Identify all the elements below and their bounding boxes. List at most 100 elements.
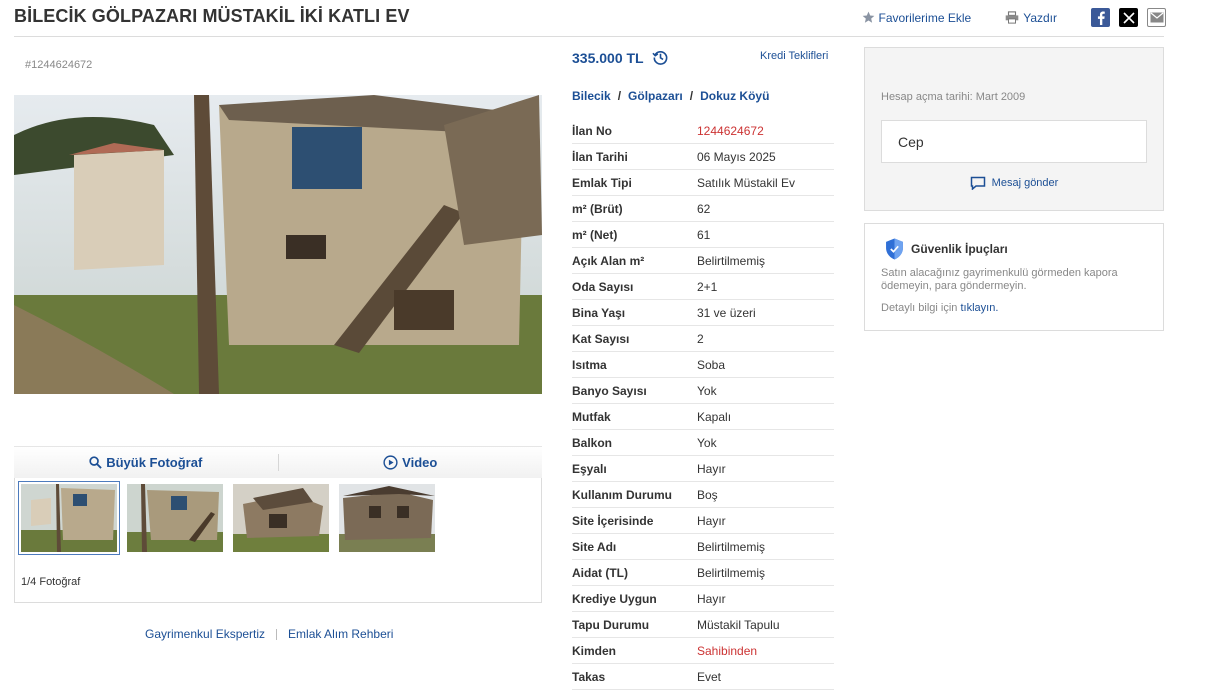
detail-value: 31 ve üzeri xyxy=(697,305,756,320)
header-divider xyxy=(14,36,1164,37)
safety-more-info: Detaylı bilgi için tıklayın. xyxy=(881,302,998,314)
credit-offers-link[interactable]: Kredi Teklifleri xyxy=(760,50,828,62)
x-share-button[interactable] xyxy=(1119,8,1138,27)
main-photo[interactable] xyxy=(14,95,542,394)
detail-value: 2 xyxy=(697,331,704,346)
send-message-label: Mesaj gönder xyxy=(991,177,1059,189)
detail-key: Oda Sayısı xyxy=(572,279,634,294)
detail-value: Belirtilmemiş xyxy=(697,539,766,554)
detail-key: İlan No xyxy=(572,123,613,138)
safety-tips-panel: Güvenlik İpuçları Satın alacağınız gayri… xyxy=(864,223,1164,331)
play-circle-icon xyxy=(383,455,398,470)
video-tab[interactable]: Video xyxy=(279,447,543,478)
detail-row: Tapu Durumu Müstakil Tapulu xyxy=(572,612,834,638)
facebook-share-button[interactable] xyxy=(1091,8,1110,27)
appraisal-link[interactable]: Gayrimenkul Ekspertiz xyxy=(145,627,265,641)
detail-key: m² (Net) xyxy=(572,227,618,242)
detail-row: Takas Evet xyxy=(572,664,834,690)
detail-key: Bina Yaşı xyxy=(572,305,626,320)
detail-value: Satılık Müstakil Ev xyxy=(697,175,796,190)
send-message-button[interactable]: Mesaj gönder xyxy=(865,176,1163,190)
detail-value: 1244624672 xyxy=(697,123,764,138)
magnifier-icon xyxy=(89,456,102,469)
breadcrumb-city[interactable]: Bilecik xyxy=(572,89,611,103)
detail-value: Yok xyxy=(697,383,717,398)
detail-value: Yok xyxy=(697,435,717,450)
add-favorites-button[interactable]: Favorilerime Ekle xyxy=(862,10,972,25)
detail-value: Hayır xyxy=(697,513,726,528)
detail-value: Hayır xyxy=(697,461,726,476)
detail-key: Açık Alan m² xyxy=(572,253,645,268)
print-button[interactable]: Yazdır xyxy=(1005,11,1057,25)
detail-key: Tapu Durumu xyxy=(572,617,650,632)
location-breadcrumb: Bilecik / Gölpazarı / Dokuz Köyü xyxy=(572,89,769,103)
link-divider xyxy=(276,628,278,640)
detail-value: Müstakil Tapulu xyxy=(697,617,780,632)
thumbnail-2[interactable] xyxy=(124,481,226,555)
thumbnail-panel: 1/4 Fotoğraf xyxy=(14,478,542,603)
house-photo-image xyxy=(14,95,542,394)
printer-icon xyxy=(1005,11,1019,24)
safety-more-prefix: Detaylı bilgi için xyxy=(881,302,958,314)
detail-row: Eşyalı Hayır xyxy=(572,456,834,482)
safety-more-link[interactable]: tıklayın. xyxy=(960,302,998,314)
detail-value: Sahibinden xyxy=(697,643,758,658)
detail-value: 2+1 xyxy=(697,279,718,294)
detail-row: Isıtma Soba xyxy=(572,352,834,378)
detail-value: Kapalı xyxy=(697,409,732,424)
detail-row: m² (Brüt) 62 xyxy=(572,196,834,222)
detail-key: Mutfak xyxy=(572,409,611,424)
thumbnail-4[interactable] xyxy=(336,481,438,555)
detail-key: Aidat (TL) xyxy=(572,565,628,580)
detail-key: Site Adı xyxy=(572,539,617,554)
detail-value: Soba xyxy=(697,357,726,372)
phone-label: Cep xyxy=(898,133,924,150)
detail-row: Emlak Tipi Satılık Müstakil Ev xyxy=(572,170,834,196)
breadcrumb-district[interactable]: Gölpazarı xyxy=(628,89,683,103)
share-buttons xyxy=(1091,8,1166,27)
detail-value: 06 Mayıs 2025 xyxy=(697,149,776,164)
detail-row: Kat Sayısı 2 xyxy=(572,326,834,352)
detail-row: Kimden Sahibinden xyxy=(572,638,834,664)
detail-row: Oda Sayısı 2+1 xyxy=(572,274,834,300)
detail-key: m² (Brüt) xyxy=(572,201,623,216)
price: 335.000 TL xyxy=(572,49,669,66)
detail-row: Balkon Yok xyxy=(572,430,834,456)
detail-key: Emlak Tipi xyxy=(572,175,632,190)
detail-key: Site İçerisinde xyxy=(572,513,654,528)
star-icon xyxy=(862,11,875,24)
envelope-icon xyxy=(1150,12,1163,23)
chat-icon xyxy=(970,176,986,190)
thumbnail-1[interactable] xyxy=(18,481,120,555)
detail-value: Hayır xyxy=(697,591,726,606)
detail-key: Banyo Sayısı xyxy=(572,383,647,398)
thumbnail-strip xyxy=(18,481,438,555)
safety-tips-title: Güvenlik İpuçları xyxy=(885,238,1008,260)
big-photo-tab[interactable]: Büyük Fotoğraf xyxy=(14,447,278,478)
detail-key: Takas xyxy=(572,669,606,684)
detail-row: İlan No 1244624672 xyxy=(572,118,834,144)
account-date: Hesap açma tarihi: Mart 2009 xyxy=(881,91,1026,103)
detail-row: m² (Net) 61 xyxy=(572,222,834,248)
detail-key: İlan Tarihi xyxy=(572,149,628,164)
price-history-icon[interactable] xyxy=(651,49,669,66)
detail-row: Krediye Uygun Hayır xyxy=(572,586,834,612)
buying-guide-link[interactable]: Emlak Alım Rehberi xyxy=(288,627,393,641)
breadcrumb-neighborhood[interactable]: Dokuz Köyü xyxy=(700,89,769,103)
top-actions: Favorilerime Ekle Yazdır xyxy=(862,8,1166,27)
x-icon xyxy=(1122,11,1135,24)
detail-row: Banyo Sayısı Yok xyxy=(572,378,834,404)
page-title: BİLECİK GÖLPAZARI MÜSTAKİL İKİ KATLI EV xyxy=(14,6,410,26)
detail-value: 62 xyxy=(697,201,711,216)
email-share-button[interactable] xyxy=(1147,8,1166,27)
breadcrumb-separator: / xyxy=(689,89,694,103)
photo-tabs: Büyük Fotoğraf Video xyxy=(14,446,542,478)
detail-value: Evet xyxy=(697,669,722,684)
phone-field[interactable]: Cep xyxy=(881,120,1147,163)
favorites-label: Favorilerime Ekle xyxy=(878,10,972,25)
detail-value: Belirtilmemiş xyxy=(697,565,766,580)
detail-value: Boş xyxy=(697,487,718,502)
thumbnail-3[interactable] xyxy=(230,481,332,555)
detail-row: Site Adı Belirtilmemiş xyxy=(572,534,834,560)
detail-value: 61 xyxy=(697,227,711,242)
